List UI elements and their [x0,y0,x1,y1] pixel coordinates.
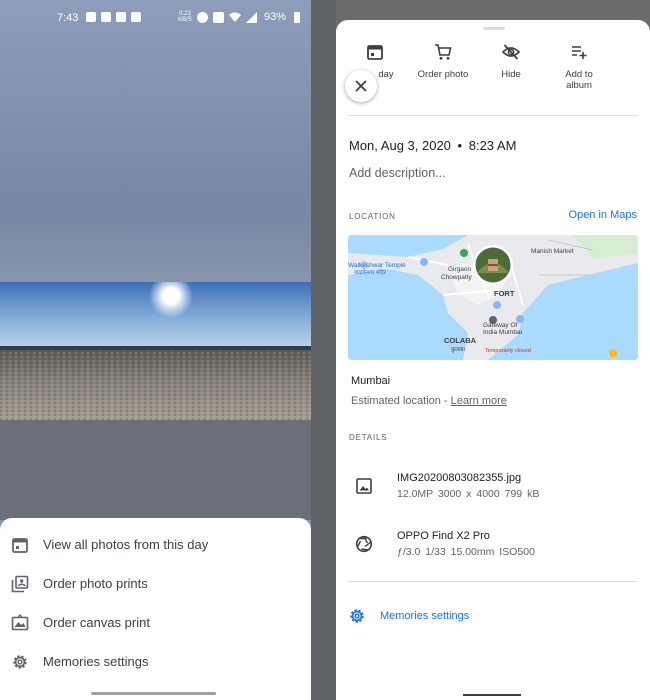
add-description-field[interactable]: Add description... [349,166,446,180]
photo-time: 8:23 AM [468,138,517,153]
gesture-handle[interactable] [91,692,216,695]
estimated-location-text: Estimated location - [351,395,451,407]
map-label-colaba-local: कुलाबा [451,347,466,353]
map-label-walkeshwar: Walkeshwar Temple [348,262,406,269]
memories-settings-item[interactable]: Memories settings [0,642,311,681]
memories-settings-link[interactable]: Memories settings [348,607,469,625]
camera-meta: ƒ/3.0 1/33 15.00mm ISO500 [397,546,535,558]
hide-icon [502,44,520,60]
photo-date: Mon, Aug 3, 2020 [349,138,451,153]
canvas-print-icon [11,613,29,630]
map-label-chowpatty: Chowpatty [441,274,472,281]
cart-icon [435,44,452,60]
add-to-playlist-icon [572,46,587,59]
photo-prints-icon [11,575,29,592]
camera-model: OPPO Find X2 Pro [397,530,490,542]
photo-datetime: Mon, Aug 3, 2020 • 8:23 AM [349,138,516,153]
order-photo-label: Order photo [417,69,469,80]
map-label-gateway-line1: Gateway Of [483,322,518,329]
divider [348,581,638,582]
beach-photo[interactable] [0,282,311,420]
status-bar: 7:43 0.23 KB/S 93% [0,0,311,36]
date-separator: • [457,138,463,153]
calendar-icon [367,45,383,60]
wifi-icon [229,12,241,22]
order-photo-prints-label: Order photo prints [43,576,148,591]
gear-icon [350,609,364,623]
hide-label: Hide [501,69,521,80]
battery-percent: 93% [264,11,287,23]
map-label-walkeshwar-local: वाळकेश्वर मंदिर [354,269,387,276]
info-screen: day Order photo Hide Add to album Mon, A… [336,0,650,700]
learn-more-link[interactable]: Learn more [451,395,507,407]
gallery-icon [101,12,111,22]
map-label-girgaon: Girgaon [448,266,472,273]
map-label-fort: FORT [494,289,515,298]
gesture-handle[interactable] [463,694,521,696]
photo-viewer: 7:43 0.23 KB/S 93% View all photos from … [0,0,311,700]
slack-icon [86,12,96,22]
hide-button[interactable]: Hide [481,43,541,80]
divider [348,115,638,116]
map-label-gateway-line2: India Mumbai [483,329,522,336]
place-name: Mumbai [351,375,391,387]
order-photo-prints-item[interactable]: Order photo prints [0,564,311,603]
view-all-photos-day-item[interactable]: View all photos from this day [0,525,311,564]
location-map[interactable]: Walkeshwar Temple वाळकेश्वर मंदिर Girgao… [348,235,638,360]
close-button[interactable] [345,70,377,102]
open-in-maps-link[interactable]: Open in Maps [569,209,637,221]
location-section-label: LOCATION [349,212,396,221]
add-to-album-button[interactable]: Add to album [549,43,609,91]
alarm-icon [197,11,208,23]
status-time: 7:43 [57,12,79,24]
info-panel: day Order photo Hide Add to album Mon, A… [336,20,650,700]
app-icon [116,12,126,22]
calendar-icon [12,537,28,553]
map-label-colaba: COLABA [444,336,477,345]
signal-icon [246,11,257,23]
photo-backdrop [0,420,311,520]
gear-icon [13,654,27,669]
battery-icon [294,11,301,23]
image-icon [356,478,372,494]
order-canvas-print-label: Order canvas print [43,615,150,630]
more-options-sheet: View all photos from this day Order phot… [0,518,311,700]
order-canvas-print-item[interactable]: Order canvas print [0,603,311,642]
nfc-icon [213,11,224,23]
app-icon [131,12,141,22]
notification-icons [86,12,141,22]
map-label-manish-market: Manish Market [531,248,574,255]
order-photo-button[interactable]: Order photo [413,43,473,80]
network-speed: 0.23 KB/S [178,11,192,23]
add-to-album-label: Add to album [565,69,593,91]
system-icons: 0.23 KB/S 93% [178,11,301,23]
memories-settings-label: Memories settings [43,654,149,669]
estimated-location: Estimated location - Learn more [351,395,507,407]
file-meta: 12.0MP 3000 x 4000 799 kB [397,488,540,500]
memories-settings-label: Memories settings [380,610,470,622]
drag-handle[interactable] [483,27,505,30]
details-section-label: DETAILS [349,433,388,442]
close-icon [355,80,367,92]
map-label-temporarily-closed: Temporarily closed [485,348,531,354]
divider [311,0,336,700]
view-all-photos-day-label: View all photos from this day [43,537,209,552]
file-name: IMG20200803082355.jpg [397,472,522,484]
camera-aperture-icon [355,535,373,553]
